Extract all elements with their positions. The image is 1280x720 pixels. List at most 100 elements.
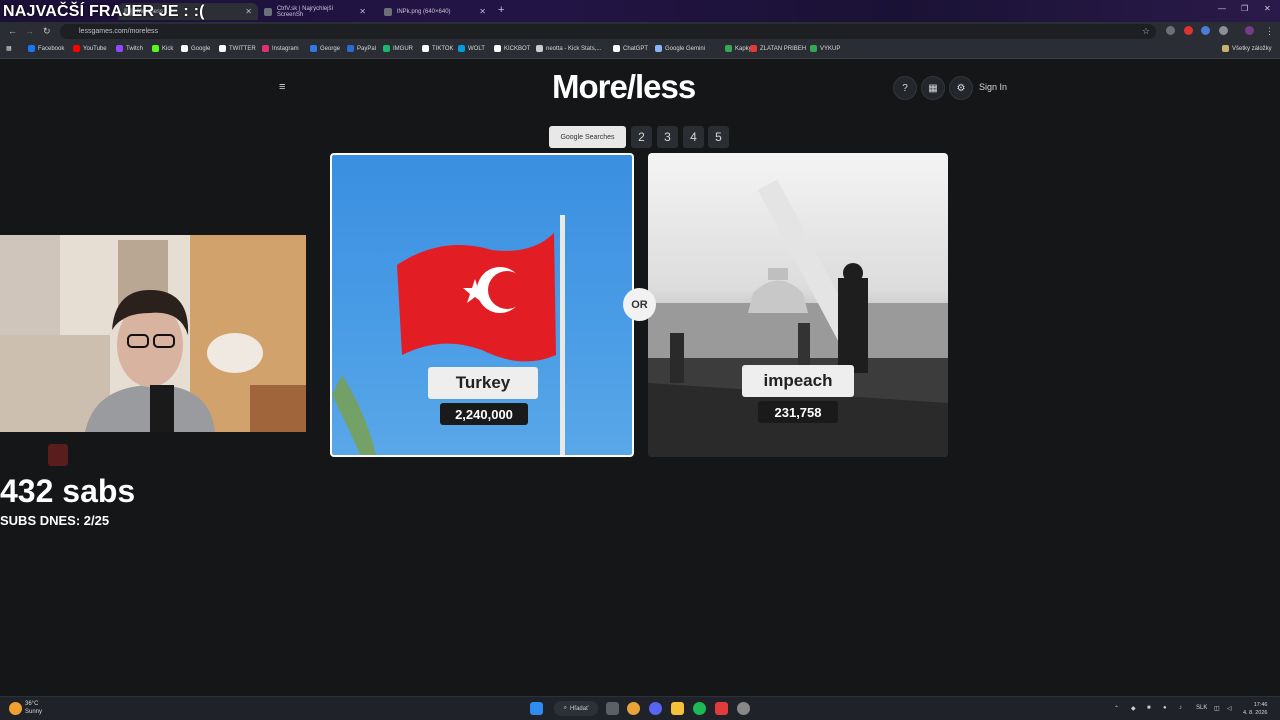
bookmark-item[interactable]: TWITTER [219,45,256,52]
bookmark-item[interactable]: Kick [152,45,173,52]
discord-icon[interactable] [649,702,662,715]
task-view-icon[interactable] [606,702,619,715]
weather-text: Sunny [25,709,43,715]
bookmark-favicon-icon [181,45,188,52]
bookmark-item[interactable]: ZLATAN PRIBEH [750,45,806,52]
bookmark-item[interactable]: neotta - Kick Stats,... [536,45,601,52]
tray-app-icon[interactable]: ● [1163,705,1167,711]
category-tab-2[interactable]: 2 [631,126,652,148]
weather-icon[interactable] [9,702,22,715]
tray-app-icon[interactable]: ■ [1147,705,1151,711]
bookmark-item[interactable]: Google Gemini [655,45,705,52]
bookmark-item[interactable]: Google [181,45,210,52]
address-bar[interactable]: lessgames.com/moreless ☆ [60,24,1156,39]
bookmark-item[interactable]: IMGUR [383,45,413,52]
bookmark-item[interactable]: Kapky [725,45,752,52]
extension-icon[interactable] [1166,26,1175,35]
tab-ctrlv[interactable]: CtrlV.sk | Najrýchlejší ScreenSh ✕ [258,3,372,20]
bookmark-item[interactable]: Facebook [28,45,64,52]
bookmark-item[interactable]: Twitch [116,45,143,52]
reload-icon[interactable]: ↻ [43,26,51,37]
tray-app-icon[interactable]: ◆ [1131,705,1136,712]
bookmark-item[interactable]: KICKBOT [494,45,530,52]
spotify-icon[interactable] [693,702,706,715]
bookmark-favicon-icon [422,45,429,52]
hamburger-menu-icon[interactable]: ≡ [279,81,285,93]
left-choice-name: Turkey [428,367,538,399]
clock[interactable]: 17:46 4. 8. 2026 [1243,701,1267,717]
search-icon: ⌕ [563,705,568,711]
bookmark-label: Kick [162,45,174,52]
bookmark-favicon-icon [458,45,465,52]
calendar-button[interactable]: ▦ [921,76,945,100]
help-button[interactable]: ? [893,76,917,100]
bookmark-star-icon[interactable]: ☆ [1142,24,1150,39]
settings-button[interactable]: ⚙ [949,76,973,100]
bookmark-favicon-icon [152,45,159,52]
tab-image[interactable]: lNPk.png (640×640) ✕ [378,3,492,20]
forward-icon[interactable]: → [25,26,34,36]
extension-icon[interactable] [1184,26,1193,35]
clock-time: 17:46 [1253,702,1268,708]
bookmark-item[interactable]: VYKUP [810,45,840,52]
bookmark-item[interactable]: PayPal [347,45,376,52]
new-tab-button[interactable]: + [498,4,504,16]
profile-avatar[interactable] [1245,26,1254,35]
bookmark-item[interactable]: ChatGPT [613,45,648,52]
network-icon[interactable]: ◫ [1214,705,1220,712]
app-icon[interactable] [737,702,750,715]
extensions-puzzle-icon[interactable] [1219,26,1228,35]
bookmark-favicon-icon [494,45,501,52]
microphone-icon[interactable]: ♪ [1179,705,1182,711]
back-icon[interactable]: ← [8,26,17,36]
minimize-button[interactable]: — [1218,4,1226,13]
bookmark-label: IMGUR [393,45,413,52]
bookmark-item[interactable]: YouTube [73,45,107,52]
bookmark-item[interactable]: WOLT [458,45,485,52]
bookmark-item[interactable]: TIKTOK [422,45,454,52]
close-icon[interactable]: ✕ [359,7,366,16]
site-logo[interactable]: More/less [552,68,696,106]
bookmark-item[interactable]: Instagram [262,45,299,52]
all-bookmarks-label: Všetky záložky [1232,45,1272,52]
extension-icon[interactable] [1201,26,1210,35]
windows-taskbar: 36°C Sunny ⌕ Hľadať ⌃ ◆ ■ ● ♪ SLK ◫ ◁ 17… [0,696,1280,720]
tab-favicon [264,7,272,16]
left-choice-value: 2,240,000 [440,403,528,425]
language-indicator[interactable]: SLK [1196,705,1207,711]
close-icon[interactable]: ✕ [479,7,486,16]
taskbar-search[interactable]: ⌕ Hľadať [554,701,598,716]
tray-chevron-icon[interactable]: ⌃ [1114,705,1119,712]
close-icon[interactable]: ✕ [245,7,252,16]
chrome-icon[interactable] [627,702,640,715]
bookmark-item[interactable]: George [310,45,340,52]
webcam-overlay [0,235,306,432]
bookmark-favicon-icon [725,45,732,52]
browser-toolbar: ← → ↻ lessgames.com/moreless ☆ ⋮ [0,22,1280,41]
category-tab-google-searches[interactable]: Google Searches [549,126,626,148]
menu-kebab-icon[interactable]: ⋮ [1265,26,1274,37]
all-bookmarks-folder[interactable]: Všetky záložky [1222,45,1272,52]
bookmark-label: neotta - Kick Stats,... [546,45,602,52]
category-tab-3[interactable]: 3 [657,126,678,148]
left-choice-card[interactable]: Turkey 2,240,000 [330,153,634,457]
sign-in-link[interactable]: Sign In [979,82,1007,92]
category-tab-5[interactable]: 5 [708,126,729,148]
app-icon[interactable] [715,702,728,715]
volume-icon[interactable]: ◁ [1227,705,1232,712]
bookmark-favicon-icon [28,45,35,52]
bookmark-label: Twitch [126,45,144,52]
stream-overlay-title: NAJVAČŠÍ FRAJER JE : :( [3,3,205,20]
weather-widget[interactable]: 36°C Sunny [25,700,42,716]
bookmark-favicon-icon [116,45,123,52]
apps-grid-icon[interactable]: ▦ [6,45,12,52]
file-explorer-icon[interactable] [671,702,684,715]
windows-start-icon[interactable] [530,702,543,715]
bookmark-favicon-icon [262,45,269,52]
weather-temp: 36°C [25,701,39,707]
right-choice-card[interactable]: impeach 231,758 [648,153,948,457]
maximize-button[interactable]: ❐ [1241,4,1248,13]
bookmark-favicon-icon [750,45,757,52]
close-window-button[interactable]: ✕ [1264,4,1271,13]
category-tab-4[interactable]: 4 [683,126,704,148]
